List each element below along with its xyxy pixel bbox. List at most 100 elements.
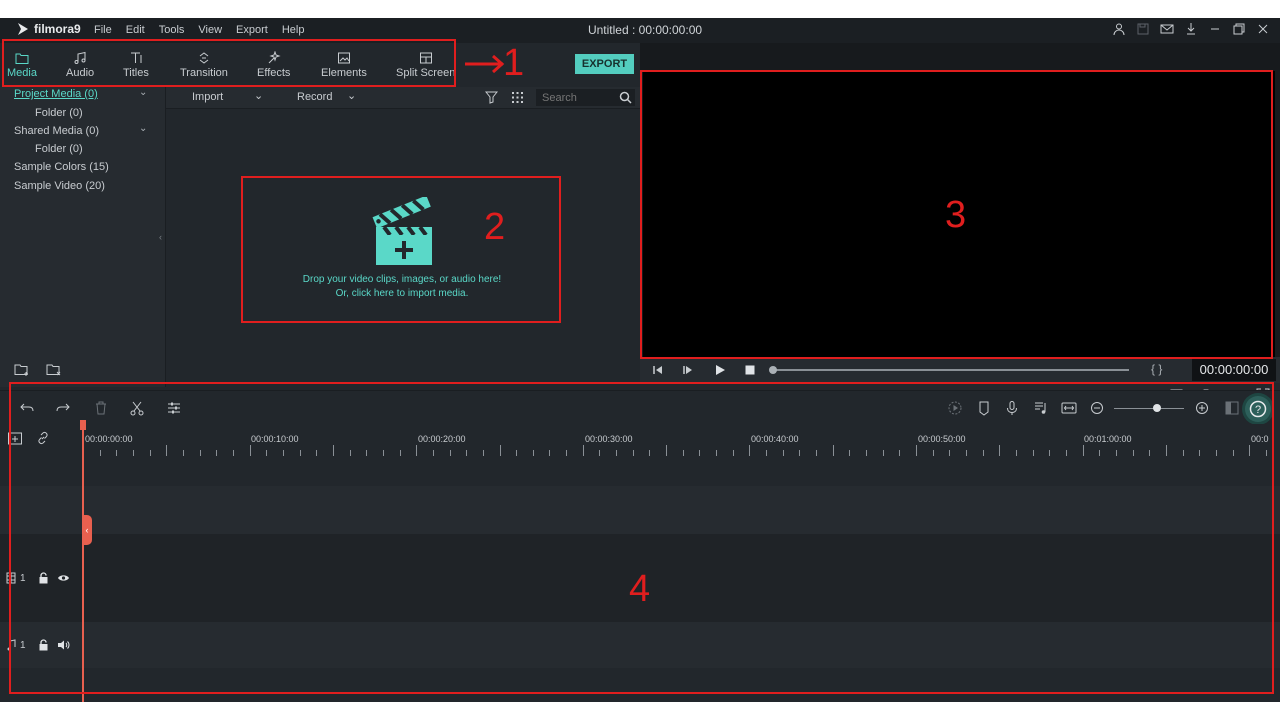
account-icon[interactable] xyxy=(1112,22,1126,36)
tab-effects[interactable]: Effects xyxy=(257,51,290,79)
zoom-slider-track[interactable] xyxy=(1114,408,1184,409)
playhead-grip[interactable]: ‹ xyxy=(82,515,92,545)
tab-effects-label: Effects xyxy=(257,67,291,79)
speaker-icon[interactable] xyxy=(57,639,70,651)
tab-media-label: Media xyxy=(7,67,37,79)
toggle-panel-icon[interactable] xyxy=(1224,400,1240,416)
window-title: Untitled : 00:00:00:00 xyxy=(587,23,703,37)
video-track-lane[interactable] xyxy=(83,534,1280,622)
play-icon[interactable] xyxy=(713,363,727,377)
delete-folder-icon[interactable] xyxy=(46,363,62,377)
playback-progress-handle[interactable] xyxy=(769,366,777,374)
annotation-label-4: 4 xyxy=(629,568,651,610)
library-shared-media[interactable]: Shared Media (0) xyxy=(14,125,99,137)
chevron-down-icon[interactable]: ⌄ xyxy=(347,89,356,102)
chevron-down-icon[interactable]: ⌄ xyxy=(254,89,263,102)
tab-transition[interactable]: Transition xyxy=(180,51,228,79)
lock-icon[interactable] xyxy=(38,572,49,584)
search-box xyxy=(536,89,635,106)
grid-view-icon[interactable] xyxy=(511,91,524,104)
image-icon xyxy=(337,52,350,64)
video-track-header: 1 xyxy=(0,534,83,622)
timeline-toolbar: ? xyxy=(0,390,1280,424)
playhead-handle[interactable] xyxy=(80,420,86,430)
search-icon[interactable] xyxy=(619,91,632,104)
help-button[interactable]: ? xyxy=(1245,396,1271,422)
library-shared-folder[interactable]: Folder (0) xyxy=(35,143,83,155)
save-icon[interactable] xyxy=(1136,22,1150,36)
link-icon[interactable] xyxy=(35,430,51,446)
timeline-ruler[interactable]: 00:00:00:00 00:00:10:00 00:00:20:00 00:0… xyxy=(0,424,1280,456)
eye-icon[interactable] xyxy=(57,572,70,584)
chevron-down-icon[interactable]: ⌄ xyxy=(139,123,147,134)
library-sample-video[interactable]: Sample Video (20) xyxy=(14,180,105,192)
ruler-ticks xyxy=(83,445,1267,456)
playhead[interactable] xyxy=(82,422,84,702)
audio-track-lane[interactable] xyxy=(83,622,1280,668)
annotation-arrow-icon xyxy=(465,54,505,74)
media-toolbar: Media Audio Titles Transition Effects El… xyxy=(0,43,640,87)
library-project-folder[interactable]: Folder (0) xyxy=(35,107,83,119)
ruler-label: 00:01:00:00 xyxy=(1084,434,1132,444)
export-button[interactable]: EXPORT xyxy=(575,54,634,74)
add-track-icon[interactable] xyxy=(7,430,23,446)
annotation-label-3: 3 xyxy=(945,194,967,236)
minimize-icon[interactable] xyxy=(1208,22,1222,36)
close-icon[interactable] xyxy=(1256,22,1270,36)
media-drop-area[interactable]: Drop your video clips, images, or audio … xyxy=(166,109,640,387)
tab-titles[interactable]: Titles xyxy=(123,51,149,79)
text-icon xyxy=(130,52,142,63)
redo-icon[interactable] xyxy=(55,400,71,416)
drop-instruction-line2[interactable]: Or, click here to import media. xyxy=(246,287,558,300)
render-icon[interactable] xyxy=(947,400,963,416)
zoom-in-icon[interactable] xyxy=(1194,400,1210,416)
tab-elements[interactable]: Elements xyxy=(321,51,367,79)
adjust-icon[interactable] xyxy=(166,400,182,416)
player-controls: { } 00:00:00:00 xyxy=(640,357,1280,383)
filter-icon[interactable] xyxy=(485,91,498,104)
lock-icon[interactable] xyxy=(38,639,49,651)
library-sample-colors[interactable]: Sample Colors (15) xyxy=(14,161,109,173)
import-dropdown[interactable]: Import xyxy=(192,91,223,103)
mail-icon[interactable] xyxy=(1160,22,1174,36)
music-note-icon xyxy=(74,51,86,64)
playback-progress-track[interactable] xyxy=(773,369,1129,371)
video-track-number: 1 xyxy=(20,573,26,584)
stop-icon[interactable] xyxy=(743,363,757,377)
transition-icon xyxy=(199,52,209,64)
mark-in-out-icon[interactable]: { } xyxy=(1151,362,1162,376)
drop-instruction-line1: Drop your video clips, images, or audio … xyxy=(302,274,502,285)
audio-mixer-icon[interactable] xyxy=(1033,400,1049,416)
tab-audio-label: Audio xyxy=(66,67,95,79)
help-label: ? xyxy=(1255,404,1261,416)
tab-audio[interactable]: Audio xyxy=(66,51,94,79)
tab-split-screen-label: Split Screen xyxy=(396,67,456,79)
effects-icon xyxy=(268,51,281,64)
library-project-media[interactable]: Project Media (0) xyxy=(14,88,98,100)
microphone-icon[interactable] xyxy=(1004,400,1020,416)
delete-icon[interactable] xyxy=(93,400,109,416)
marker-icon[interactable] xyxy=(976,400,992,416)
title-bar: filmora9 File Edit Tools View Export Hel… xyxy=(0,18,1280,43)
cut-icon[interactable] xyxy=(129,400,145,416)
ruler-label: 00:00:20:00 xyxy=(418,434,466,444)
record-dropdown[interactable]: Record xyxy=(297,91,332,103)
previous-frame-icon[interactable] xyxy=(651,363,665,377)
ruler-label: 00:00:10:00 xyxy=(251,434,299,444)
next-frame-icon[interactable] xyxy=(681,363,695,377)
audio-track-header: 1 xyxy=(0,622,83,668)
zoom-out-icon[interactable] xyxy=(1089,400,1105,416)
restore-icon[interactable] xyxy=(1232,22,1246,36)
new-folder-icon[interactable] xyxy=(14,363,30,377)
tab-split-screen[interactable]: Split Screen xyxy=(396,51,455,79)
media-action-bar: Import ⌄ Record ⌄ xyxy=(166,87,640,109)
tab-media[interactable]: Media xyxy=(7,51,37,79)
search-input[interactable] xyxy=(536,89,616,106)
undo-icon[interactable] xyxy=(19,400,35,416)
annotation-label-1: 1 xyxy=(503,42,525,84)
fit-timeline-icon[interactable] xyxy=(1061,400,1077,416)
download-icon[interactable] xyxy=(1184,22,1198,36)
zoom-slider-handle[interactable] xyxy=(1153,404,1161,412)
collapse-panel-icon[interactable]: ‹ xyxy=(159,232,164,242)
chevron-down-icon[interactable]: ⌄ xyxy=(139,87,147,98)
